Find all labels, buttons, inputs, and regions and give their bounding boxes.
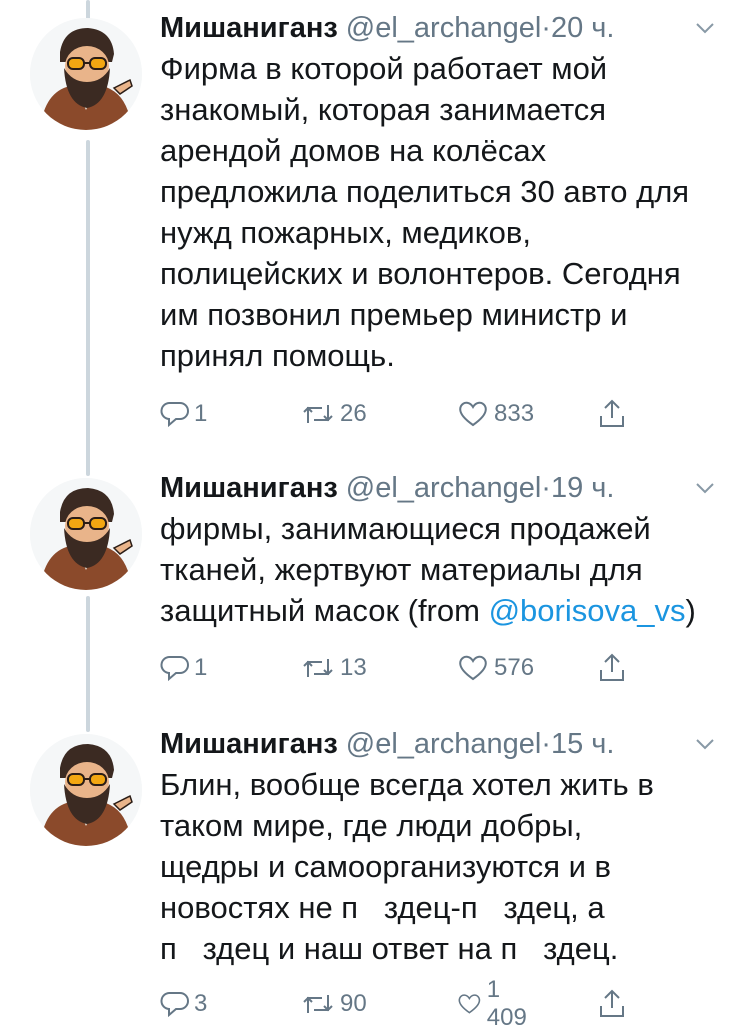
tweet-text-line: Блин, вообще всегда хотел жить в (160, 767, 654, 802)
tweet-text-line: арендой домов на колёсах (160, 133, 547, 168)
tweet-text: Блин, вообще всегда хотел жить в таком м… (160, 764, 730, 969)
tweet-text-line: щедры и самоорганизуются и в (160, 849, 612, 884)
avatar-image (30, 18, 142, 130)
tweet-text-prefix: защитный масок (from (160, 593, 489, 628)
retweet-icon (303, 405, 333, 423)
reply-count: 1 (194, 654, 208, 681)
chevron-down-icon[interactable] (692, 734, 718, 754)
tweet-header: Мишаниганз @el_archangel·15 ч. (160, 724, 614, 764)
display-name[interactable]: Мишаниганз (160, 728, 338, 760)
like-button[interactable]: 833 (456, 394, 534, 434)
separator-dot: · (541, 12, 551, 44)
heart-icon (458, 994, 481, 1014)
user-handle[interactable]: @el_archangel (346, 728, 542, 760)
share-icon (600, 399, 624, 427)
user-handle[interactable]: @el_archangel (346, 472, 542, 504)
tweet-text-line: защитный масок (from @borisova_vs) (160, 590, 730, 631)
separator-dot: · (541, 472, 551, 504)
avatar[interactable] (30, 478, 142, 590)
retweet-icon (303, 995, 333, 1013)
tweet-text-line: им позвонил премьер министр и (160, 297, 628, 332)
like-count: 833 (494, 400, 535, 427)
tweet-header: Мишаниганз @el_archangel·20 ч. (160, 8, 614, 48)
share-button[interactable] (596, 394, 628, 434)
thread-line-2 (86, 596, 90, 732)
share-button[interactable] (596, 984, 628, 1024)
display-name[interactable]: Мишаниганз (160, 12, 338, 44)
share-icon (600, 989, 624, 1017)
tweet-time[interactable]: 19 ч. (551, 472, 614, 504)
reply-icon (160, 656, 189, 682)
retweet-count: 26 (340, 400, 367, 427)
reply-button[interactable]: 1 (160, 648, 207, 688)
heart-icon (459, 655, 487, 681)
tweet-text-line: полицейских и волонтеров. Сегодня (160, 256, 681, 291)
retweet-button[interactable]: 90 (300, 984, 367, 1024)
share-icon (600, 653, 624, 681)
chevron-down-icon[interactable] (692, 478, 718, 498)
tweet-text-line: принял помощь. (160, 338, 395, 373)
reply-icon (160, 992, 189, 1018)
tweet-time[interactable]: 20 ч. (551, 12, 614, 44)
reply-button[interactable]: 1 (160, 394, 207, 434)
thread-line-1 (86, 140, 90, 476)
avatar-image (30, 478, 142, 590)
heart-icon (459, 401, 487, 427)
tweet-text-line: предложила поделиться 30 авто для (160, 174, 690, 209)
tweet-text-line: фирмы, занимающиеся продажей (160, 511, 651, 546)
mention-link[interactable]: @borisova_vs (489, 593, 686, 628)
separator-dot: · (541, 728, 551, 760)
tweet-text-line: таком мире, где люди добры, (160, 808, 583, 843)
like-button[interactable]: 576 (456, 648, 534, 688)
like-count: 1 409 (486, 976, 527, 1031)
reply-count: 1 (194, 400, 208, 427)
tweet-text-line: тканей, жертвуют материалы для (160, 552, 643, 587)
avatar[interactable] (30, 734, 142, 846)
thread-line-top (86, 0, 90, 20)
avatar[interactable] (30, 18, 142, 130)
user-handle[interactable]: @el_archangel (346, 12, 542, 44)
tweet-text-line: знакомый, которая занимается (160, 92, 607, 127)
tweet-time[interactable]: 15 ч. (551, 728, 614, 760)
like-count: 576 (494, 654, 535, 681)
reply-count: 3 (194, 990, 208, 1017)
retweet-count: 90 (340, 990, 367, 1017)
avatar-image (30, 734, 142, 846)
reply-icon (160, 402, 189, 428)
chevron-down-icon[interactable] (692, 18, 718, 38)
like-button[interactable]: 1 409 (456, 976, 534, 1031)
tweet-text-suffix: ) (685, 593, 696, 628)
retweet-count: 13 (340, 654, 367, 681)
tweet-text-line: нужд пожарных, медиков, (160, 215, 531, 250)
tweet-text: фирмы, занимающиеся продажей тканей, жер… (160, 508, 730, 631)
reply-button[interactable]: 3 (160, 984, 207, 1024)
tweet-text-line: новостях не п здец-п здец, а (160, 890, 605, 925)
tweet-text: Фирма в которой работает мой знакомый, к… (160, 48, 730, 376)
share-button[interactable] (596, 648, 628, 688)
display-name[interactable]: Мишаниганз (160, 472, 338, 504)
tweet-header: Мишаниганз @el_archangel·19 ч. (160, 468, 614, 508)
retweet-button[interactable]: 26 (300, 394, 367, 434)
tweet-text-line: Фирма в которой работает мой (160, 51, 608, 86)
tweet-text-line: п здец и наш ответ на п здец. (160, 931, 619, 966)
retweet-button[interactable]: 13 (300, 648, 367, 688)
retweet-icon (303, 659, 333, 677)
